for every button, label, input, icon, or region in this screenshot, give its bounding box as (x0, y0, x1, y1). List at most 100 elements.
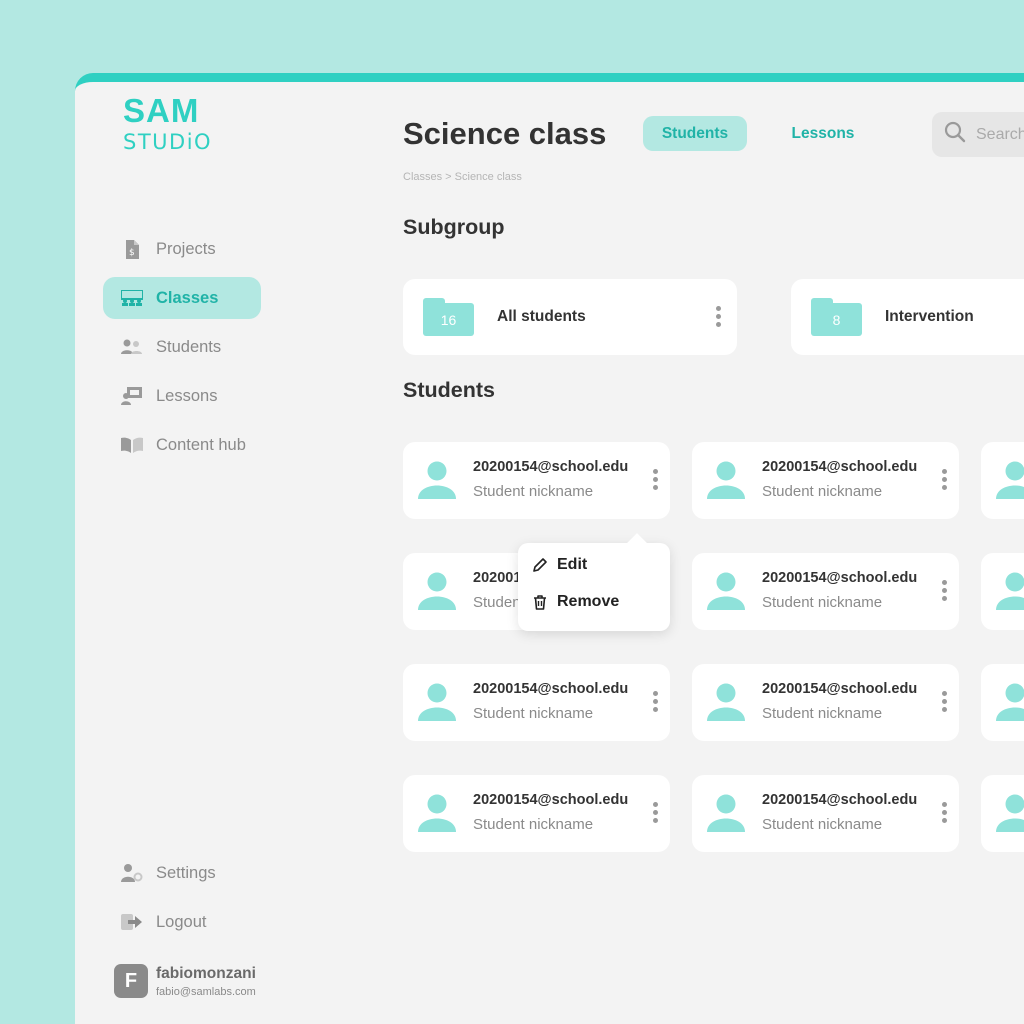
subgroup-name: All students (497, 308, 586, 325)
student-nickname: Student nickname (473, 705, 594, 722)
more-options-icon[interactable] (651, 689, 660, 714)
student-avatar-icon (706, 683, 746, 721)
context-menu: Edit Remove (518, 543, 670, 631)
lesson-icon (121, 387, 143, 405)
students-heading: Students (403, 378, 495, 402)
student-email: 20200154@school.edu (473, 792, 629, 808)
trash-icon (534, 595, 546, 610)
more-options-icon[interactable] (714, 304, 723, 329)
sidebar-item-lessons[interactable]: Lessons (103, 375, 261, 417)
student-avatar-icon (995, 461, 1024, 499)
student-email: 20200154@school.edu (473, 459, 629, 475)
student-email: 20200154@school.edu (762, 570, 918, 586)
student-card[interactable]: 20200154@school.edu Student nickname (403, 664, 670, 741)
student-card[interactable]: 20200154@school.edu Student nickname (403, 442, 670, 519)
student-card[interactable] (981, 553, 1024, 630)
sidebar-item-settings[interactable]: Settings (103, 852, 261, 894)
user-profile[interactable]: F fabiomonzani fabio@samlabs.com (114, 964, 256, 998)
subgroup-name: Intervention (885, 308, 974, 325)
search-icon (944, 121, 966, 148)
student-avatar-icon (995, 683, 1024, 721)
subgroup-card-all-students[interactable]: 16 All students (403, 279, 737, 355)
sidebar-item-label: Lessons (156, 386, 218, 405)
subgroup-heading: Subgroup (403, 215, 505, 239)
student-avatar-icon (706, 572, 746, 610)
student-card[interactable]: 20200154@school.edu Student nickname (692, 442, 959, 519)
sidebar-item-label: Logout (156, 912, 207, 931)
student-avatar-icon (417, 461, 457, 499)
logo-sam-text: SAM (123, 92, 200, 129)
more-options-icon[interactable] (940, 689, 949, 714)
student-card[interactable]: 20200154@school.edu Student nickname (692, 553, 959, 630)
page-title: Science class (403, 116, 607, 151)
student-nickname: Student nickname (762, 483, 883, 500)
subgroup-count: 8 (811, 303, 862, 336)
folder-icon: 16 (423, 298, 474, 336)
search-box[interactable] (932, 112, 1024, 157)
tab-lessons[interactable]: Lessons (773, 116, 873, 151)
book-icon (121, 436, 143, 454)
sidebar-item-logout[interactable]: Logout (103, 901, 261, 943)
student-card[interactable] (981, 442, 1024, 519)
edit-label: Edit (557, 556, 588, 573)
student-avatar-icon (995, 794, 1024, 832)
student-nickname: Student nickname (762, 594, 883, 611)
more-options-icon[interactable] (940, 800, 949, 825)
user-email: fabio@samlabs.com (156, 985, 256, 998)
more-options-icon[interactable] (940, 578, 949, 603)
breadcrumb[interactable]: Classes > Science class (403, 171, 522, 183)
sidebar-item-label: Content hub (156, 435, 246, 454)
logo-studio-text: STUDiO (123, 130, 213, 154)
sam-studio-logo[interactable]: SAM STUDiO (123, 92, 213, 154)
student-nickname: Student nickname (473, 483, 594, 500)
user-name: fabiomonzani (156, 964, 256, 982)
user-settings-icon (121, 864, 143, 882)
sidebar-item-label: Students (156, 337, 222, 356)
more-options-icon[interactable] (940, 467, 949, 492)
student-card[interactable] (981, 664, 1024, 741)
more-options-icon[interactable] (651, 467, 660, 492)
classroom-icon (121, 289, 143, 307)
tab-students[interactable]: Students (643, 116, 747, 151)
subgroup-card-intervention[interactable]: 8 Intervention (791, 279, 1024, 355)
sidebar-item-label: Settings (156, 863, 216, 882)
student-avatar-icon (417, 794, 457, 832)
student-avatar-icon (995, 572, 1024, 610)
student-card[interactable] (981, 775, 1024, 852)
pencil-icon (533, 558, 547, 572)
search-input[interactable] (976, 125, 1024, 144)
app-window: SAM STUDiO $ Projects Classes Students L… (75, 73, 1024, 1024)
sidebar-item-classes[interactable]: Classes (103, 277, 261, 319)
student-email: 20200154@school.edu (762, 681, 918, 697)
sidebar-item-label: Classes (156, 288, 219, 307)
student-email: 20200154@school.edu (473, 681, 629, 697)
student-nickname: Student nickname (762, 816, 883, 833)
student-card[interactable]: 20200154@school.edu Student nickname (403, 775, 670, 852)
student-card[interactable]: 20200154@school.edu Student nickname (692, 664, 959, 741)
sidebar-bottom-nav: Settings Logout (103, 852, 261, 950)
logout-icon (121, 913, 143, 931)
student-card[interactable]: 20200154@school.edu Student nickname (692, 775, 959, 852)
student-email: 20200154@school.edu (762, 792, 918, 808)
sidebar-item-content-hub[interactable]: Content hub (103, 424, 261, 466)
more-options-icon[interactable] (651, 800, 660, 825)
avatar: F (114, 964, 148, 998)
svg-text:$: $ (129, 248, 135, 258)
student-avatar-icon (417, 572, 457, 610)
student-avatar-icon (417, 683, 457, 721)
document-icon: $ (121, 239, 143, 259)
sidebar-item-label: Projects (156, 239, 216, 258)
edit-menu-item[interactable]: Edit (532, 556, 587, 574)
sidebar-item-students[interactable]: Students (103, 326, 261, 368)
student-email: 20200154@school.edu (762, 459, 918, 475)
folder-icon: 8 (811, 298, 862, 336)
sidebar-item-projects[interactable]: $ Projects (103, 228, 261, 270)
subgroup-count: 16 (423, 303, 474, 336)
sidebar-nav: $ Projects Classes Students Lessons Cont… (103, 228, 261, 473)
remove-menu-item[interactable]: Remove (532, 593, 619, 611)
student-nickname: Student nickname (762, 705, 883, 722)
students-icon (121, 338, 143, 356)
remove-label: Remove (557, 593, 620, 610)
student-avatar-icon (706, 794, 746, 832)
student-avatar-icon (706, 461, 746, 499)
